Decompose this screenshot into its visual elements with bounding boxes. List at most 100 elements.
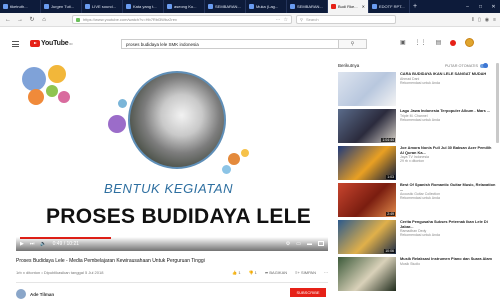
recommended-title[interactable]: CARA BUDIDAYA IKAN LELE SANGAT MUDAH (400, 72, 496, 77)
youtube-search-button[interactable]: ⚲ (339, 39, 367, 49)
browser-tab[interactable]: Jurgen Tuti... (41, 0, 82, 13)
duration-badge: 1:03 (386, 175, 395, 179)
volume-icon[interactable]: 🔈 (40, 241, 46, 247)
recommended-title[interactable]: Lagu Jawa Indonesia Terpopuler Album - M… (400, 109, 496, 114)
recommended-meta: Rekomendasi untuk Anda (400, 117, 440, 122)
video-thumbnail[interactable]: 1:03 (338, 146, 396, 180)
home-icon[interactable]: ⌂ (40, 16, 48, 24)
browser-tab-active[interactable]: Budi Rke... ✕ (328, 0, 369, 13)
recommended-title[interactable]: Cerita Pengusaha Sukses Peternak Ikan Le… (400, 220, 496, 229)
miniplayer-icon[interactable]: ▭ (296, 241, 301, 247)
browser-tab[interactable]: SEMBARAN... (287, 0, 328, 13)
duration-badge: 1:04:44 (381, 138, 395, 142)
video-thumbnail[interactable] (338, 257, 396, 291)
reload-icon[interactable]: ↻ (28, 16, 36, 24)
theater-mode-icon[interactable]: ▬ (307, 241, 312, 247)
browser-tab[interactable]: aseong Ko... (164, 0, 205, 13)
browser-tab[interactable]: LIVE sound... (82, 0, 123, 13)
channel-name[interactable]: Ade Tilman (30, 292, 54, 297)
play-icon[interactable]: ▶ (20, 241, 24, 247)
browser-tab[interactable]: Kata yang t... (123, 0, 164, 13)
recommended-title[interactable]: Joe Amora Nonis Full Jul 30 Baksan Acer … (400, 146, 496, 155)
tab-favicon-icon (372, 4, 377, 9)
sidebar-scrollbar[interactable] (496, 63, 499, 143)
fullscreen-icon[interactable] (318, 241, 324, 246)
decorative-circle (46, 85, 58, 97)
recommended-video[interactable]: 10:06 Cerita Pengusaha Sukses Peternak I… (338, 220, 496, 254)
up-next-header: Berikutnya PUTAR OTOMATIS (338, 62, 488, 68)
autoplay-control[interactable]: PUTAR OTOMATIS (444, 62, 488, 68)
browser-tab[interactable]: SEMBARAN... (205, 0, 246, 13)
video-thumbnail[interactable]: 1:04:44 (338, 109, 396, 143)
account-avatar[interactable] (465, 38, 475, 47)
video-thumbnail[interactable] (338, 72, 396, 106)
video-frame-subtitle: BENTUK KEGIATAN (104, 181, 234, 196)
recommended-title[interactable]: Best Of Spanish Romantic Guitar Music, R… (400, 183, 496, 192)
browser-search-field[interactable]: ⚲ Search (296, 15, 396, 24)
menu-icon[interactable]: ≡ (493, 17, 496, 23)
back-arrow-icon[interactable]: ← (4, 16, 12, 24)
channel-avatar[interactable] (16, 289, 26, 299)
forward-arrow-icon[interactable]: → (16, 16, 24, 24)
browser-tab[interactable]: tiketruth... (0, 0, 41, 13)
video-meta-row: 1rb x ditonton • Dipublikasikan tanggal … (16, 268, 328, 276)
address-bar[interactable]: https://www.youtube.com/watch?v=Hb7Rbl3W… (72, 15, 292, 24)
video-player[interactable]: BENTUK KEGIATAN PROSES BUDIDAYA LELE ▶ ⏭… (16, 63, 328, 251)
apps-grid-icon[interactable]: ⋮⋮ (415, 39, 427, 46)
bookmark-star-icon[interactable]: ☆ (284, 17, 288, 23)
browser-tab-strip: tiketruth... Jurgen Tuti... LIVE sound..… (0, 0, 500, 13)
youtube-play-logo-icon (30, 40, 40, 47)
page-actions-icon[interactable]: ⋯ (276, 17, 281, 23)
dislike-button[interactable]: 👎 1 (249, 270, 257, 275)
decorative-circle (228, 153, 240, 165)
maximize-icon[interactable]: □ (474, 0, 487, 13)
tab-label: EDOTF RPT... (379, 4, 405, 9)
decorative-circle (58, 91, 70, 103)
recommended-video[interactable]: CARA BUDIDAYA IKAN LELE SANGAT MUDAH Ahm… (338, 72, 496, 106)
recommended-video[interactable]: Musik Relaksasi Instrumen Piano dan Suar… (338, 257, 496, 291)
settings-gear-icon[interactable]: ⚙ (286, 241, 290, 247)
search-icon: ⚲ (300, 17, 303, 22)
video-thumbnail[interactable]: 10:06 (338, 220, 396, 254)
next-icon[interactable]: ⏭ (30, 241, 35, 247)
tab-label: tiketruth... (10, 4, 28, 9)
guide-menu-icon[interactable] (12, 41, 19, 47)
browser-tab[interactable]: EDOTF RPT... (369, 0, 410, 13)
close-tab-icon[interactable]: ✕ (362, 4, 365, 9)
subscribe-button[interactable]: SUBSCRIBE (290, 288, 326, 297)
upload-video-icon[interactable]: ▣ (400, 39, 406, 46)
browser-tab[interactable]: Muka (Lag... (246, 0, 287, 13)
library-icon[interactable]: ⫴ (472, 17, 474, 23)
tab-favicon-icon (249, 4, 254, 9)
recommended-video[interactable]: 1:03 Joe Amora Nonis Full Jul 30 Baksan … (338, 146, 496, 180)
like-button[interactable]: 👍 1 (232, 270, 240, 275)
close-window-icon[interactable]: ✕ (487, 0, 500, 13)
extension-icon[interactable]: ◉ (485, 17, 489, 23)
browser-search-placeholder: Search (305, 17, 319, 22)
more-actions-icon[interactable]: ⋯ (324, 270, 328, 275)
notifications-icon[interactable] (450, 39, 457, 46)
minimize-icon[interactable]: – (461, 0, 474, 13)
header-icons: ▣ ⋮⋮ ▤ (400, 38, 475, 47)
recommended-title[interactable]: Musik Relaksasi Instrumen Piano dan Suar… (400, 257, 496, 262)
recommended-video[interactable]: 2:49 Best Of Spanish Romantic Guitar Mus… (338, 183, 496, 217)
video-title: Proses Budidaya Lele - Media Pembelajara… (16, 258, 205, 264)
autoplay-toggle[interactable] (480, 62, 488, 68)
youtube-logo[interactable]: YouTube ID (30, 40, 73, 47)
tab-label: Muka (Lag... (256, 4, 279, 9)
save-button[interactable]: ≡+ SIMPAN (295, 270, 316, 275)
autoplay-label: PUTAR OTOMATIS (444, 63, 478, 68)
youtube-search-input[interactable]: proses budidaya lele SMK indonesia (121, 39, 339, 49)
dislike-count: 1 (254, 269, 257, 275)
sidebar-icon[interactable]: ▯ (478, 17, 481, 23)
recommended-channel: Musik Studio (400, 261, 421, 266)
window-controls: – □ ✕ (461, 0, 500, 13)
share-button[interactable]: ➦ BAGIKAN (265, 270, 287, 275)
browser-toolbar: ← → ↻ ⌂ https://www.youtube.com/watch?v=… (0, 13, 500, 27)
recommended-video[interactable]: 1:04:44 Lagu Jawa Indonesia Terpopuler A… (338, 109, 496, 143)
new-tab-icon[interactable]: + (410, 0, 420, 13)
duration-badge: 10:06 (384, 249, 395, 253)
video-thumbnail[interactable]: 2:49 (338, 183, 396, 217)
messages-icon[interactable]: ▤ (436, 39, 442, 46)
up-next-label: Berikutnya (338, 63, 360, 68)
